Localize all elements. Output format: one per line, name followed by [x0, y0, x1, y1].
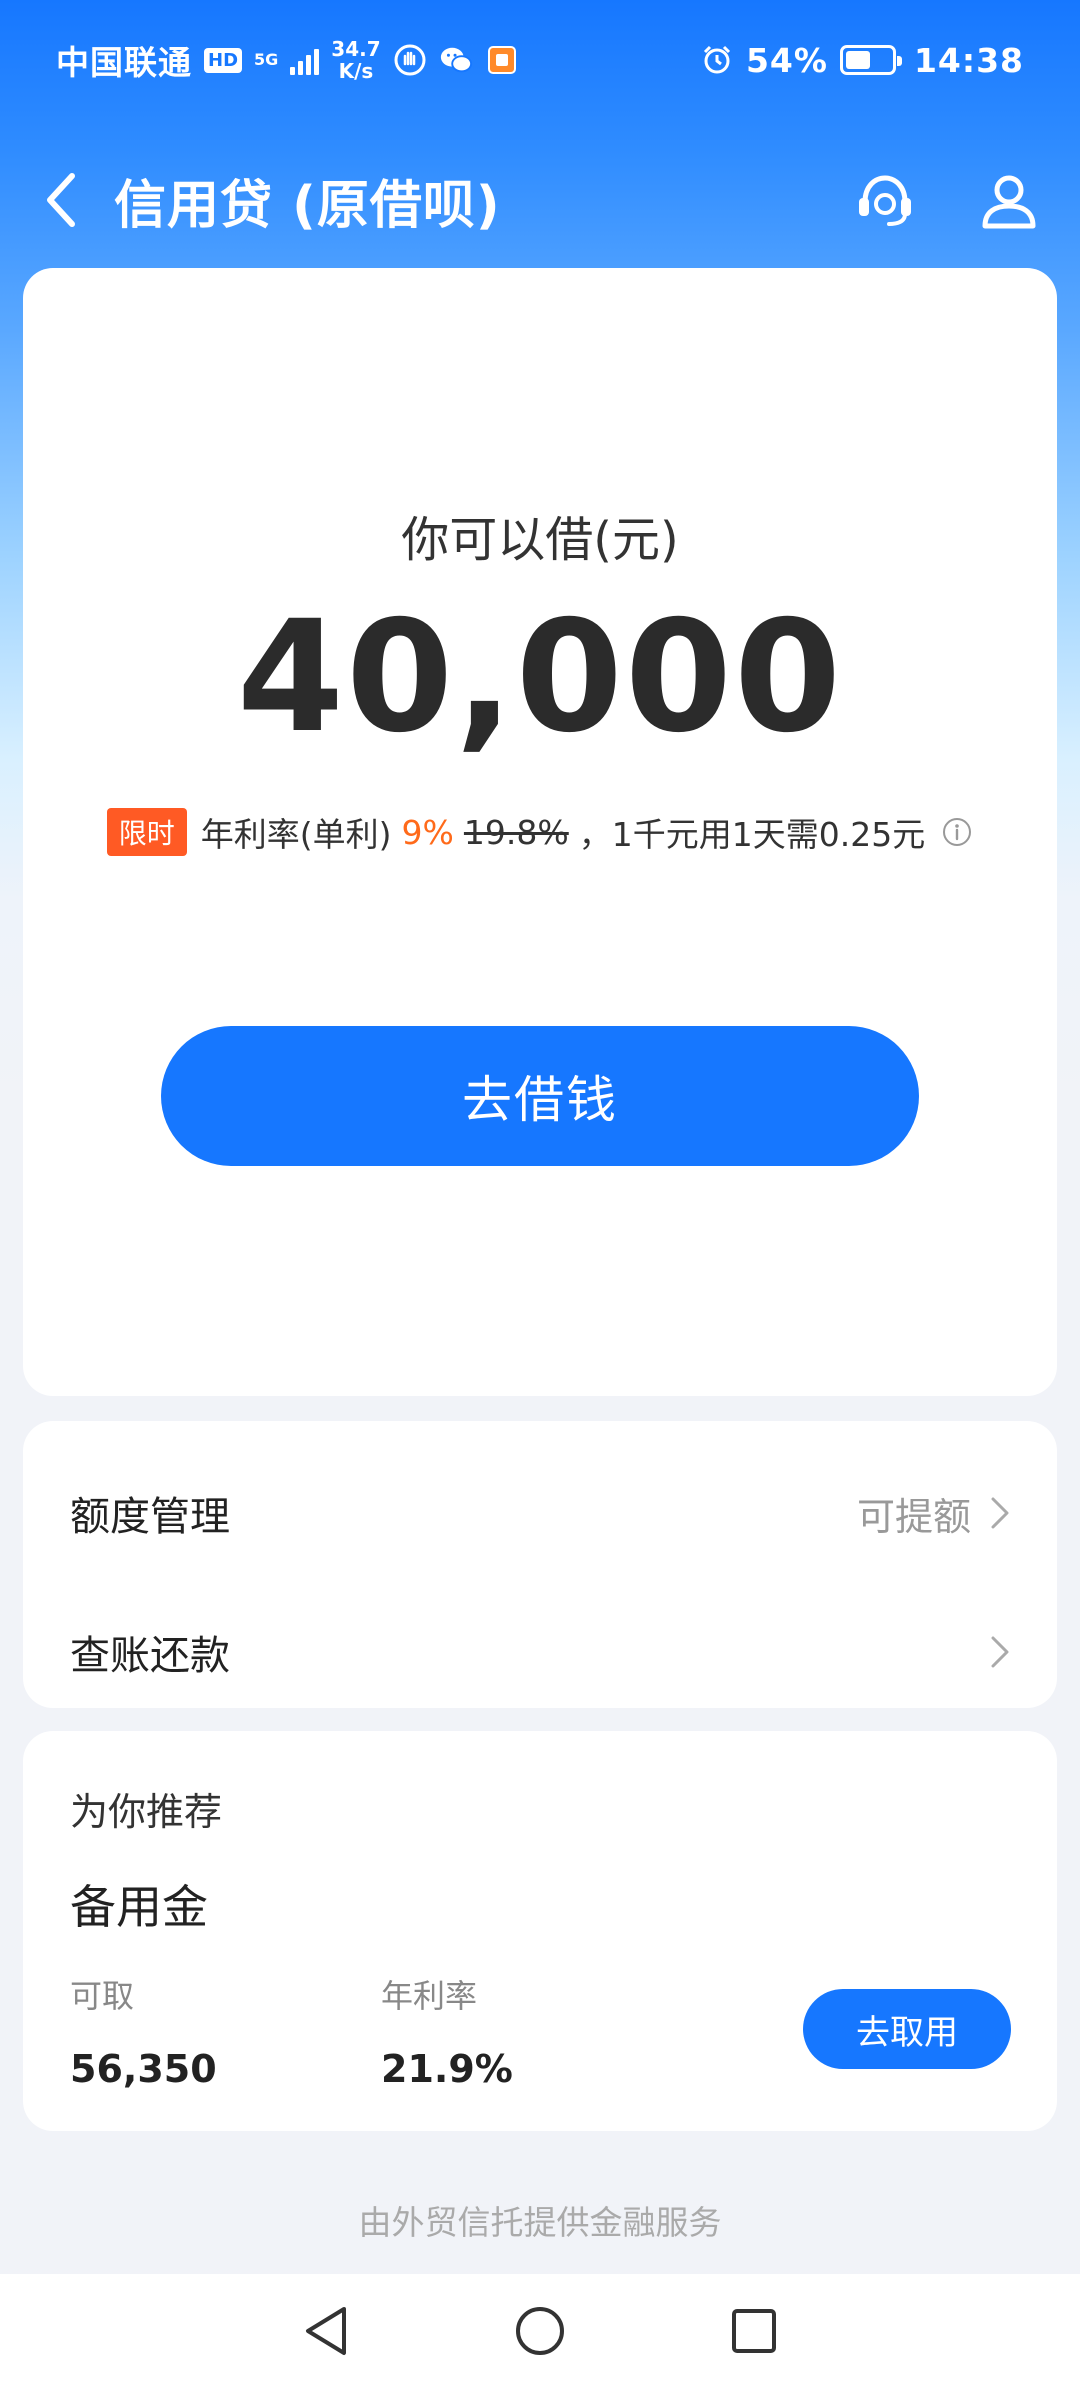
available-label: 可取 — [70, 1977, 135, 2015]
borrow-button[interactable]: 去借钱 — [161, 1026, 919, 1166]
rate-line: 限时 年利率(单利) 9% 19.8% ，1千元用1天需0.25元 — [23, 808, 1057, 856]
alarm-icon — [700, 43, 734, 77]
annual-rate-label: 年利率 — [381, 1977, 478, 2015]
battery-percent: 54% — [745, 40, 828, 80]
header-actions — [850, 165, 1044, 235]
bill-repay-label: 查账还款 — [70, 1633, 230, 1679]
footer-note: 由外贸信托提供金融服务 — [358, 2203, 722, 2242]
recommend-title: 为你推荐 — [70, 1790, 223, 1834]
speed-value: 34.7 — [331, 37, 381, 61]
circle-home-icon — [516, 2307, 564, 2355]
bill-right — [989, 1632, 1011, 1672]
network-type: 5G — [254, 50, 279, 69]
withdraw-button[interactable]: 去取用 — [803, 1989, 1011, 2069]
bill-repay-row[interactable]: 查账还款 — [23, 1592, 1057, 1712]
rate-current: 9% — [401, 812, 454, 852]
chevron-right-icon — [989, 1632, 1011, 1672]
rate-label: 年利率(单利) — [200, 815, 392, 854]
network-speed: 34.7 K/s — [331, 38, 380, 82]
chevron-left-icon — [47, 173, 75, 227]
rate-note: ，1千元用1天需0.25元 — [578, 815, 926, 854]
status-left: 中国联通 HD 5G 34.7 K/s — [56, 36, 519, 84]
chevron-right-icon — [989, 1493, 1011, 1533]
square-recents-icon — [732, 2309, 776, 2353]
menu-card: 额度管理 可提额 查账还款 — [23, 1421, 1057, 1708]
triangle-back-icon — [306, 2307, 346, 2355]
loan-card: 你可以借(元) 40,000 限时 年利率(单利) 9% 19.8% ，1千元用… — [23, 268, 1057, 1396]
available-column: 可取 56,350 — [70, 1971, 217, 2091]
headset-icon — [859, 175, 911, 226]
rate-column: 年利率 21.9% — [381, 1971, 513, 2091]
quota-management-label: 额度管理 — [70, 1494, 230, 1540]
quota-right: 可提额 — [857, 1486, 1011, 1541]
clock: 14:38 — [913, 40, 1024, 80]
page-title: 信用贷 (原借呗) — [114, 175, 501, 236]
nav-home-button[interactable] — [508, 2299, 572, 2363]
status-right: 54% 14:38 — [700, 41, 1024, 80]
available-value: 56,350 — [70, 2047, 217, 2091]
battery-icon — [839, 45, 902, 75]
limited-tag: 限时 — [106, 808, 187, 856]
status-bar: 中国联通 HD 5G 34.7 K/s 54% 14:38 — [0, 0, 1080, 120]
carrier-name: 中国联通 — [56, 43, 192, 82]
recommend-product: 备用金 — [70, 1880, 208, 1934]
hand-icon — [393, 43, 427, 77]
signal-icon — [290, 45, 320, 75]
user-icon — [982, 175, 1036, 229]
info-icon[interactable] — [941, 816, 973, 848]
borrow-label: 你可以借(元) — [401, 512, 679, 568]
app-notification-icon — [485, 43, 519, 77]
system-nav-bar — [0, 2274, 1080, 2388]
nav-back-button[interactable] — [294, 2299, 358, 2363]
nav-recents-button[interactable] — [722, 2299, 786, 2363]
annual-rate-value: 21.9% — [381, 2047, 513, 2091]
customer-service-button[interactable] — [850, 165, 920, 235]
quota-management-row[interactable]: 额度管理 可提额 — [23, 1453, 1057, 1573]
quota-hint: 可提额 — [856, 1494, 971, 1539]
profile-button[interactable] — [974, 165, 1044, 235]
wechat-icon — [439, 43, 473, 77]
speed-unit: K/s — [338, 59, 374, 83]
app-header: 信用贷 (原借呗) — [0, 120, 1080, 280]
back-button[interactable] — [38, 165, 82, 235]
hd-badge: HD — [204, 47, 243, 73]
recommend-card: 为你推荐 备用金 可取 56,350 年利率 21.9% 去取用 — [23, 1731, 1057, 2131]
borrow-amount: 40,000 — [236, 588, 844, 767]
rate-original: 19.8% — [463, 812, 569, 852]
